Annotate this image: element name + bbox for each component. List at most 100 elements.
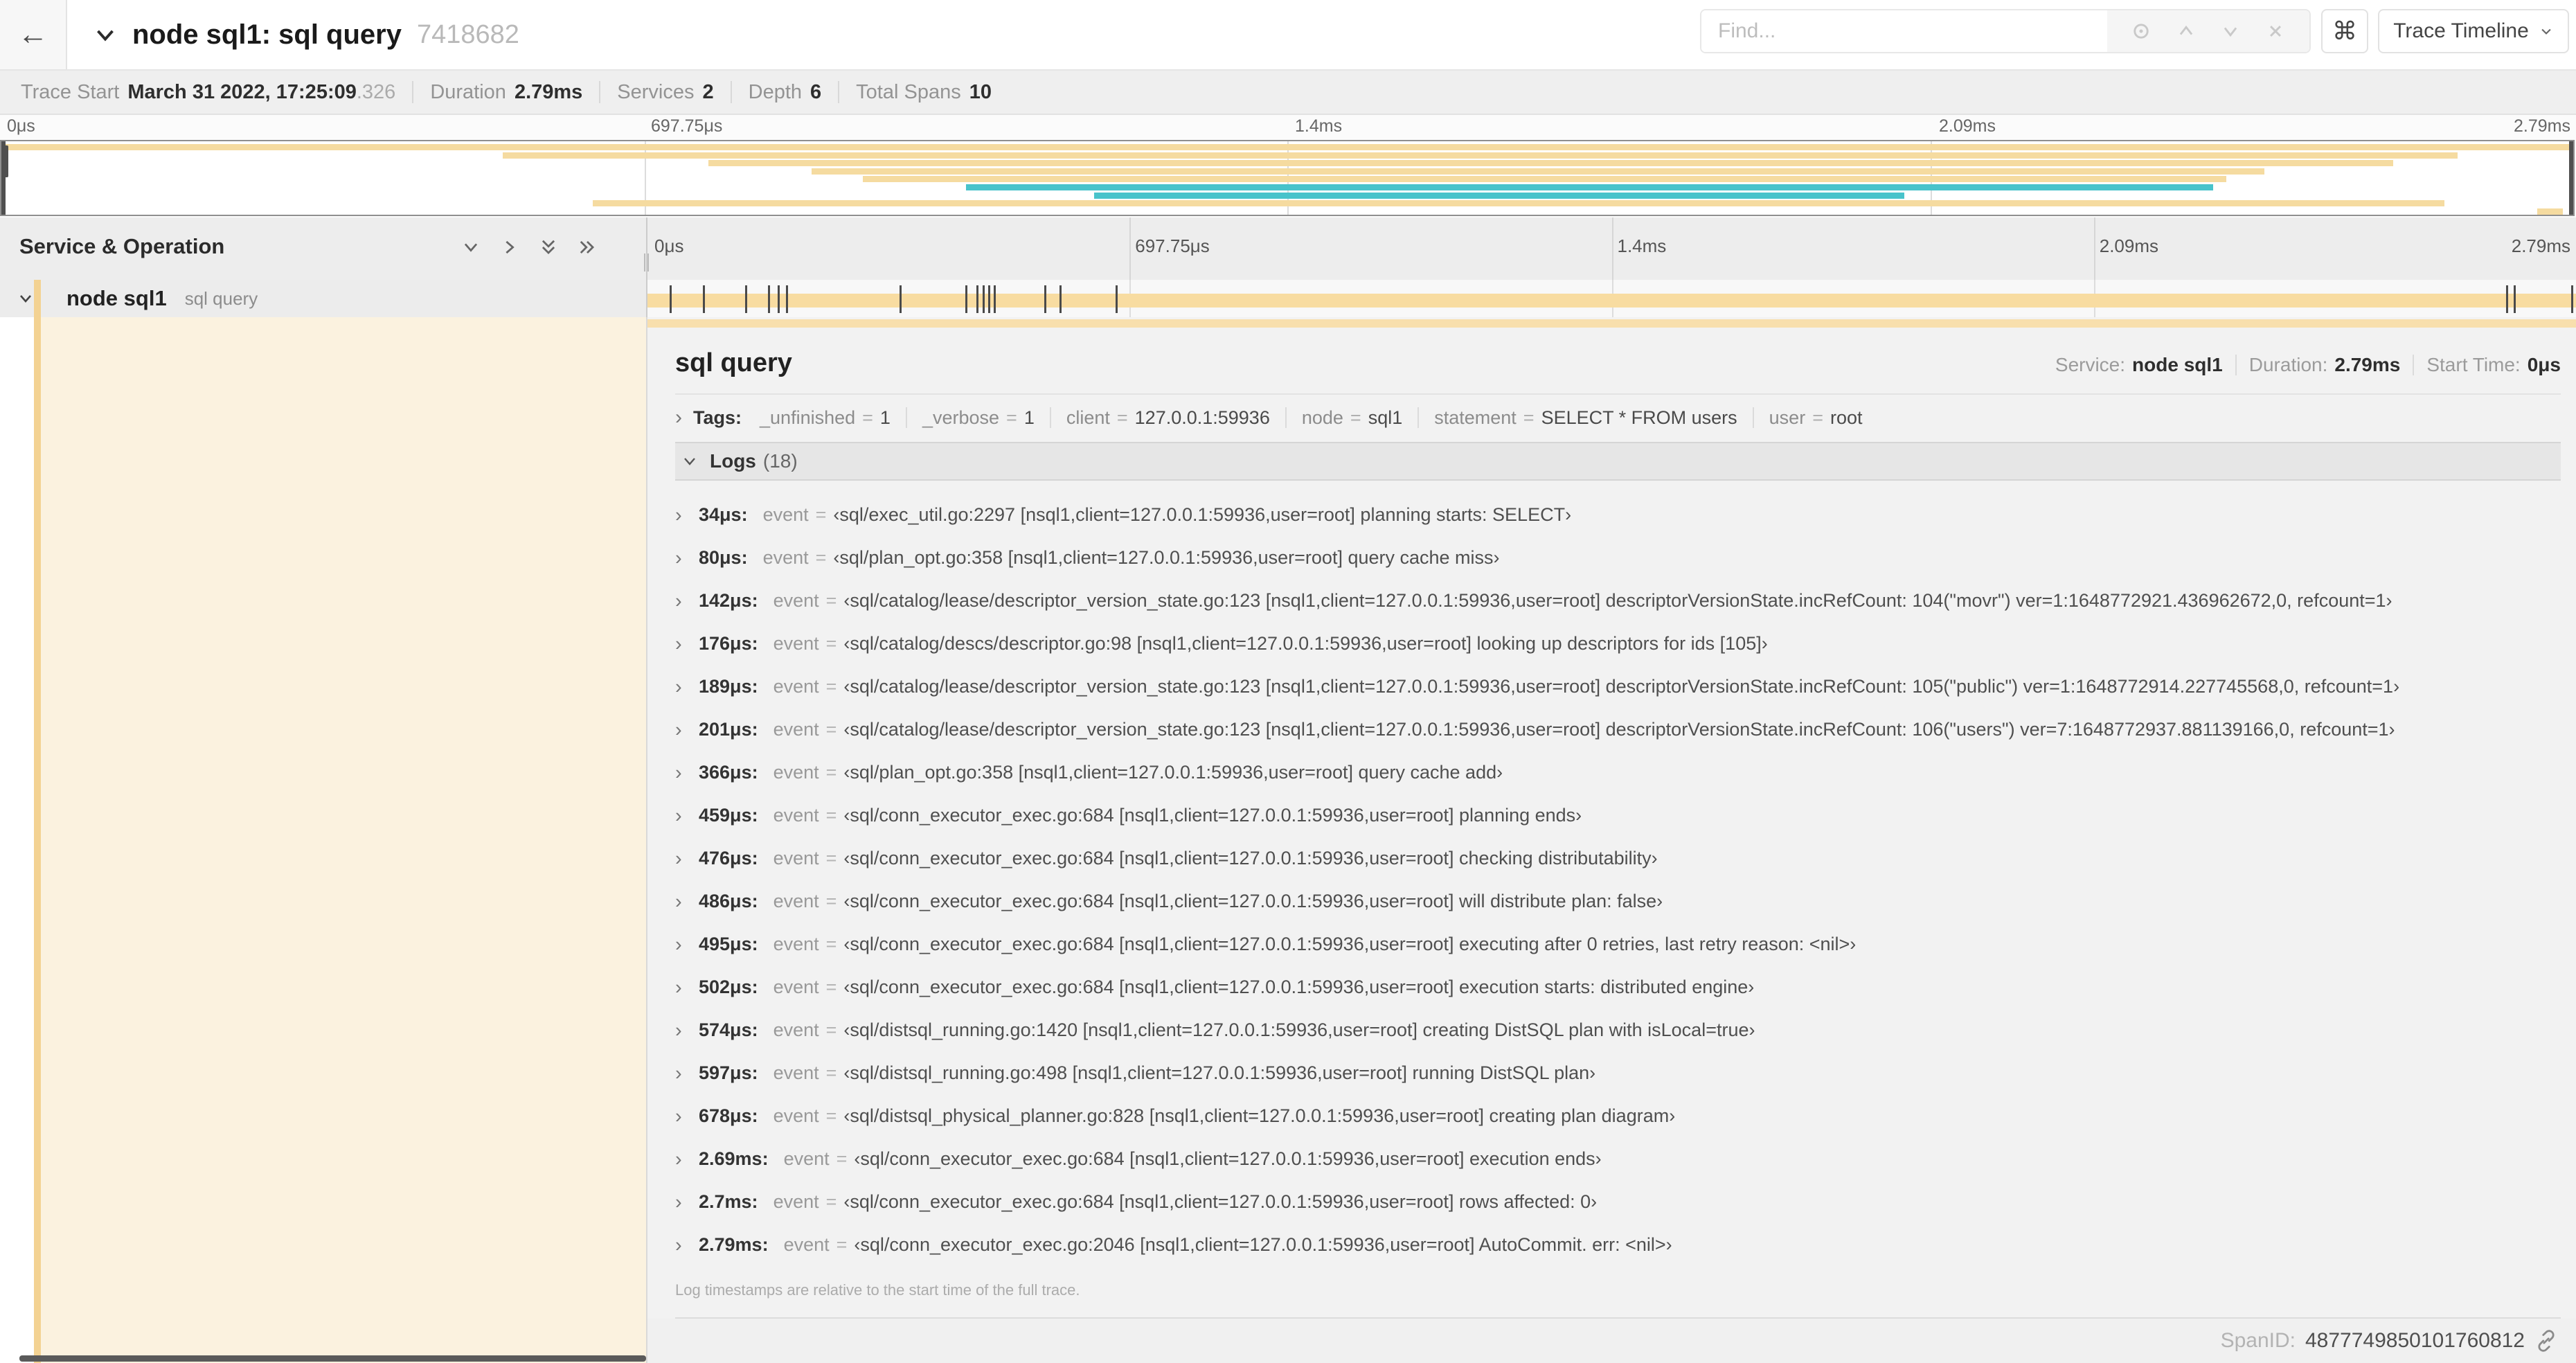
log-row[interactable]: › 142μs: event = ‹sql/catalog/lease/descript…	[675, 590, 2561, 633]
duration-label: Duration	[430, 80, 506, 103]
tag-key: user	[1769, 407, 1806, 428]
service-operation-header-cell: Service & Operation	[0, 217, 649, 280]
log-row[interactable]: › 495μs: event = ‹sql/conn_executor_exec.go:…	[675, 934, 2561, 977]
log-timestamp: 495μs:	[699, 934, 758, 954]
log-tick	[994, 285, 996, 313]
minimap-tick-label: 2.09ms	[1939, 116, 1996, 136]
log-field-name: event	[783, 1234, 830, 1255]
logs-section-header[interactable]: Logs (18)	[675, 442, 2561, 481]
minimap-span-bar	[863, 176, 2226, 183]
horizontal-scrollbar[interactable]	[19, 1355, 646, 1362]
log-field-name: event	[773, 805, 819, 826]
log-row[interactable]: › 176μs: event = ‹sql/catalog/descs/descript…	[675, 633, 2561, 676]
chevron-right-icon: ›	[675, 406, 682, 429]
span-name-cell[interactable]: node sql1 sql query	[0, 280, 647, 317]
find-next-icon[interactable]	[2220, 21, 2241, 42]
equals-sign: =	[1523, 407, 1535, 428]
log-tick	[976, 285, 979, 313]
log-row[interactable]: › 459μs: event = ‹sql/conn_executor_exec.go:…	[675, 805, 2561, 848]
tag: client = 127.0.0.1:59936	[1066, 407, 1270, 429]
minimap-span-bar	[1, 144, 2573, 150]
tag-value: 127.0.0.1:59936	[1134, 407, 1270, 428]
log-event-value: ‹sql/plan_opt.go:358 [nsql1,client=127.0…	[843, 762, 1503, 783]
log-row[interactable]: › 2.69ms: event = ‹sql/conn_executor_exec.go…	[675, 1148, 2561, 1191]
expand-all-icon[interactable]	[577, 237, 598, 258]
logs-note: Log timestamps are relative to the start…	[675, 1281, 1080, 1299]
tags-label: Tags:	[693, 407, 742, 428]
log-tick	[1044, 285, 1046, 313]
tag-value: root	[1830, 407, 1863, 428]
log-row[interactable]: › 597μs: event = ‹sql/distsql_running.go:498…	[675, 1062, 2561, 1105]
log-field-name: event	[762, 504, 809, 525]
tag-key: _verbose	[922, 407, 1000, 428]
minimap-span-bar	[965, 184, 2214, 190]
find-prev-icon[interactable]	[2176, 21, 2197, 42]
log-row[interactable]: › 678μs: event = ‹sql/distsql_physical_plann…	[675, 1105, 2561, 1148]
log-timestamp: 678μs:	[699, 1105, 758, 1126]
chevron-right-icon: ›	[675, 1019, 682, 1042]
span-timeline-track	[647, 280, 2576, 317]
minimap-canvas[interactable]	[0, 140, 2575, 216]
log-row[interactable]: › 486μs: event = ‹sql/conn_executor_exec.go:…	[675, 891, 2561, 934]
log-field-name: event	[773, 1191, 819, 1212]
tags-row[interactable]: › Tags: _unfinished = 1 _verbose = 1 client = 12…	[675, 406, 2561, 429]
divider	[675, 393, 2561, 395]
minimap-span-bar	[2537, 208, 2564, 215]
span-detail-footer: SpanID: 4877749850101760812	[647, 1319, 2576, 1363]
find-clear-icon[interactable]	[2265, 21, 2286, 42]
log-event-value: ‹sql/distsql_running.go:498 [nsql1,clien…	[843, 1062, 1596, 1083]
log-row[interactable]: › 502μs: event = ‹sql/conn_executor_exec.go:…	[675, 977, 2561, 1019]
equals-sign: =	[825, 848, 837, 868]
log-event-value: ‹sql/conn_executor_exec.go:684 [nsql1,cl…	[843, 934, 1857, 954]
total-spans-value: 10	[969, 80, 992, 103]
collapse-all-icon[interactable]	[538, 237, 559, 258]
deep-link-icon[interactable]	[2534, 1329, 2558, 1353]
back-button[interactable]: ←	[0, 0, 67, 69]
log-row[interactable]: › 80μs: event = ‹sql/plan_opt.go:358 [nsql1,…	[675, 547, 2561, 590]
span-collapse-icon[interactable]	[17, 289, 35, 308]
log-row[interactable]: › 2.79ms: event = ‹sql/conn_executor_exec.go…	[675, 1234, 2561, 1277]
equals-sign: =	[825, 977, 837, 997]
log-row[interactable]: › 189μs: event = ‹sql/catalog/lease/descript…	[675, 676, 2561, 719]
log-row[interactable]: › 476μs: event = ‹sql/conn_executor_exec.go:…	[675, 848, 2561, 891]
log-row[interactable]: › 34μs: event = ‹sql/exec_util.go:2297 [nsql…	[675, 504, 2561, 547]
log-field-name: event	[773, 977, 819, 997]
collapse-one-icon[interactable]	[460, 237, 481, 258]
trace-view-selector[interactable]: Trace Timeline	[2378, 9, 2569, 53]
chevron-right-icon: ›	[675, 848, 682, 870]
log-event-value: ‹sql/conn_executor_exec.go:684 [nsql1,cl…	[843, 848, 1658, 868]
total-spans-label: Total Spans	[856, 80, 961, 103]
service-label: Service:	[2055, 354, 2126, 375]
divider	[1752, 407, 1754, 428]
log-field-name: event	[773, 633, 819, 654]
chevron-right-icon: ›	[675, 1234, 682, 1256]
trace-collapse-icon[interactable]	[93, 23, 117, 46]
log-row[interactable]: › 574μs: event = ‹sql/distsql_running.go:142…	[675, 1019, 2561, 1062]
span-duration-bar[interactable]	[647, 285, 2576, 313]
log-row[interactable]: › 2.7ms: event = ‹sql/conn_executor_exec.go:…	[675, 1191, 2561, 1234]
divider	[1417, 407, 1420, 428]
span-color-accent	[34, 317, 41, 1363]
divider	[412, 81, 414, 103]
span-id-label: SpanID:	[2220, 1329, 2296, 1352]
locate-icon[interactable]	[2131, 21, 2152, 42]
equals-sign: =	[825, 1019, 837, 1040]
minimap-left-scrubber[interactable]	[1, 141, 8, 215]
trace-id: 7418682	[416, 19, 519, 49]
find-input[interactable]	[1701, 10, 2107, 52]
services-label: Services	[617, 80, 695, 103]
chevron-right-icon: ›	[675, 762, 682, 784]
minimap-right-scrubber[interactable]	[2569, 141, 2573, 215]
divider	[2235, 355, 2237, 375]
minimap-span-bar	[503, 152, 2458, 159]
tag-key: client	[1066, 407, 1110, 428]
expand-one-icon[interactable]	[499, 237, 520, 258]
keyboard-shortcuts-button[interactable]: ⌘	[2321, 9, 2368, 53]
tag-value: SELECT * FROM users	[1541, 407, 1737, 428]
log-event-value: ‹sql/distsql_running.go:1420 [nsql1,clie…	[843, 1019, 1755, 1040]
log-row[interactable]: › 366μs: event = ‹sql/plan_opt.go:358 [nsql1…	[675, 762, 2561, 805]
log-row[interactable]: › 201μs: event = ‹sql/catalog/lease/descript…	[675, 719, 2561, 762]
span-row: node sql1 sql query	[0, 280, 2576, 317]
minimap-span-bar	[811, 168, 2265, 175]
equals-sign: =	[825, 1062, 837, 1083]
